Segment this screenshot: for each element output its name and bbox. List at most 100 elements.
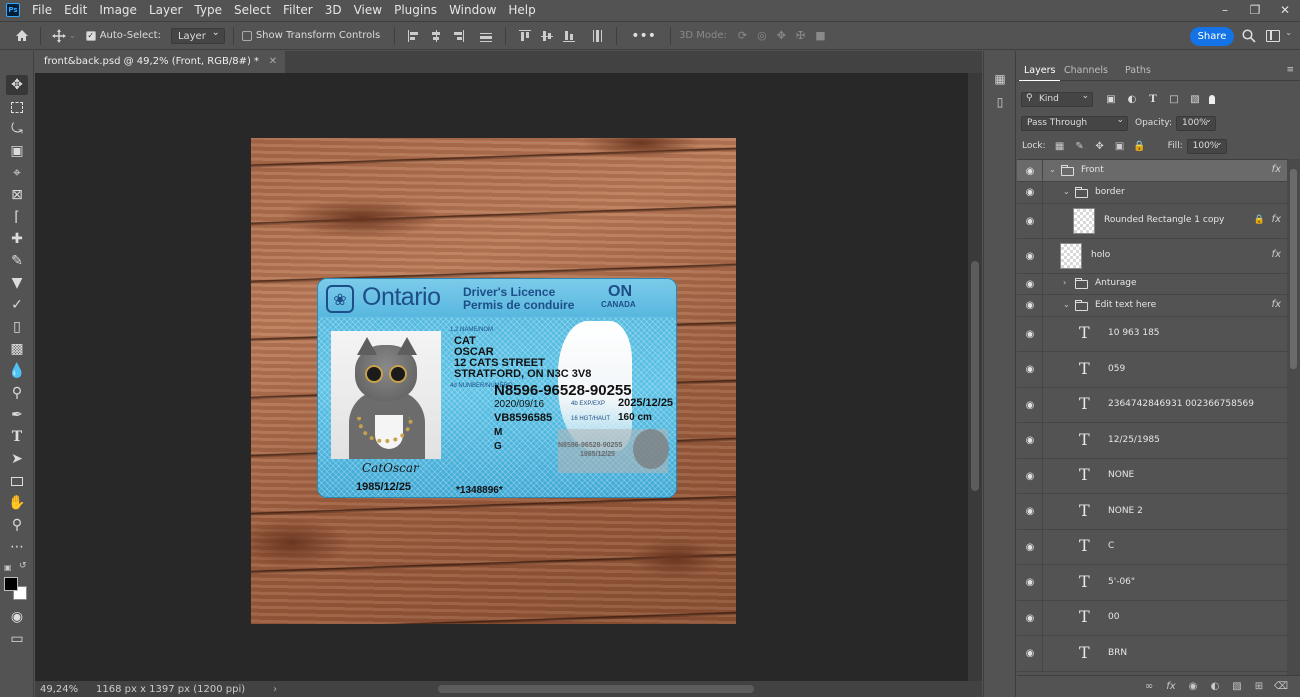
share-button[interactable]: Share — [1190, 27, 1234, 46]
distribute-vertical-icon[interactable] — [590, 29, 604, 43]
gradient-tool-icon[interactable]: ▩ — [6, 339, 28, 359]
layer-row[interactable]: ◉ T 2364742846931 002366758569 — [1017, 387, 1287, 423]
expand-group-icon[interactable]: › — [1063, 278, 1066, 287]
layer-row[interactable]: ◉ T NONE — [1017, 458, 1287, 494]
layer-row[interactable]: ◉ holo fx — [1017, 238, 1287, 274]
visibility-eye-icon[interactable]: ◉ — [1023, 648, 1037, 660]
menu-file[interactable]: File — [26, 0, 58, 20]
menu-view[interactable]: View — [348, 0, 388, 20]
filter-kind-dropdown[interactable]: ⚲ Kind — [1021, 90, 1093, 107]
layer-row[interactable]: ◉ ⌄ Edit text here fx — [1017, 295, 1287, 317]
visibility-eye-icon[interactable]: ◉ — [1023, 300, 1037, 312]
brush-tool-icon[interactable]: ✎ — [6, 251, 28, 271]
auto-select-checkbox[interactable]: ✓ — [85, 30, 96, 41]
screen-mode-icon[interactable]: ▭ — [6, 629, 28, 649]
layer-row[interactable]: ◉ T 10 963 185 — [1017, 316, 1287, 352]
align-right-icon[interactable] — [451, 29, 465, 43]
lock-position-icon[interactable]: ✥ — [1094, 140, 1106, 152]
lock-artboard-icon[interactable]: ▣ — [1114, 140, 1126, 152]
menu-edit[interactable]: Edit — [58, 0, 93, 20]
canvas-vertical-scrollbar[interactable] — [968, 73, 982, 681]
horizontal-scrollbar[interactable] — [240, 681, 968, 697]
lasso-tool-icon[interactable]: ⤿ — [6, 119, 28, 139]
filter-shape-icon[interactable]: □ — [1168, 93, 1180, 105]
layer-effects-icon[interactable]: fx — [1272, 214, 1281, 225]
lock-all-icon[interactable]: 🔒 — [1133, 140, 1145, 152]
default-colors-icon[interactable]: ▣ — [4, 563, 12, 572]
menu-window[interactable]: Window — [443, 0, 502, 20]
dodge-tool-icon[interactable]: ⚲ — [6, 383, 28, 403]
menu-plugins[interactable]: Plugins — [388, 0, 443, 20]
visibility-eye-icon[interactable]: ◉ — [1023, 215, 1037, 227]
swap-colors-icon[interactable]: ↺ — [19, 561, 27, 571]
layer-row[interactable]: ◉ T NONE 2 — [1017, 494, 1287, 530]
distribute-icon[interactable] — [479, 29, 493, 43]
layer-row[interactable]: ◉ T 059 — [1017, 352, 1287, 388]
type-tool-icon[interactable]: T — [6, 427, 28, 447]
collapse-group-icon[interactable]: ⌄ — [1063, 187, 1070, 196]
blur-tool-icon[interactable]: 💧 — [6, 361, 28, 381]
object-selection-icon[interactable]: ▣ — [6, 141, 28, 161]
workspace-dropdown-icon[interactable]: ⌄ — [1285, 28, 1292, 37]
menu-3d[interactable]: 3D — [319, 0, 348, 20]
collapse-group-icon[interactable]: ⌄ — [1063, 300, 1070, 309]
filter-pixel-icon[interactable]: ▣ — [1105, 93, 1117, 105]
add-style-icon[interactable]: fx — [1160, 681, 1182, 692]
zoom-tool-icon[interactable]: ⚲ — [6, 515, 28, 535]
zoom-level[interactable]: 49,24% — [40, 684, 96, 695]
move-tool-icon[interactable]: ✥ — [6, 75, 28, 95]
frame-tool-icon[interactable]: ⊠ — [6, 185, 28, 205]
menu-image[interactable]: Image — [93, 0, 143, 20]
filter-toggle[interactable] — [1209, 94, 1215, 104]
artboard-wood-background[interactable]: ❀ Ontario Driver's Licence Permis de con… — [251, 138, 736, 624]
canvas-area[interactable]: ❀ Ontario Driver's Licence Permis de con… — [35, 73, 968, 681]
auto-select-dropdown[interactable]: Layer — [170, 26, 225, 44]
visibility-eye-icon[interactable]: ◉ — [1023, 506, 1037, 518]
close-tab-icon[interactable]: ✕ — [269, 51, 277, 73]
healing-brush-icon[interactable]: ✚ — [6, 229, 28, 249]
align-top-icon[interactable] — [518, 29, 532, 43]
visibility-eye-icon[interactable]: ◉ — [1023, 328, 1037, 340]
layer-row[interactable]: ◉ T 5'-06" — [1017, 565, 1287, 601]
opacity-field[interactable]: 100% — [1176, 114, 1216, 131]
layer-row[interactable]: ◉ ⌄ border — [1017, 182, 1287, 204]
visibility-eye-icon[interactable]: ◉ — [1023, 435, 1037, 447]
marquee-tool-icon[interactable] — [6, 97, 28, 117]
home-icon[interactable] — [12, 26, 32, 46]
collapse-group-icon[interactable]: ⌄ — [1049, 165, 1056, 174]
tab-layers[interactable]: Layers — [1019, 61, 1061, 81]
path-selection-icon[interactable]: ➤ — [6, 449, 28, 469]
visibility-eye-icon[interactable]: ◉ — [1023, 612, 1037, 624]
minimize-icon[interactable]: – — [1210, 0, 1240, 20]
rectangle-tool-icon[interactable] — [6, 471, 28, 491]
menu-type[interactable]: Type — [188, 0, 228, 20]
drivers-licence-card[interactable]: ❀ Ontario Driver's Licence Permis de con… — [317, 278, 677, 498]
menu-filter[interactable]: Filter — [277, 0, 319, 20]
layer-row[interactable]: ◉ T 12/25/1985 — [1017, 423, 1287, 459]
visibility-eye-icon[interactable]: ◉ — [1023, 577, 1037, 589]
history-brush-icon[interactable]: ✓ — [6, 295, 28, 315]
close-window-icon[interactable]: ✕ — [1270, 0, 1300, 20]
layer-row[interactable]: ◉ ⌄ Front fx — [1017, 160, 1287, 182]
menu-help[interactable]: Help — [502, 0, 541, 20]
filter-adjustment-icon[interactable]: ◐ — [1126, 93, 1138, 105]
eraser-tool-icon[interactable]: ▯ — [6, 317, 28, 337]
layer-row[interactable]: ◉ T BRN — [1017, 636, 1287, 672]
link-layers-icon[interactable]: ∞ — [1138, 681, 1160, 692]
restore-icon[interactable]: ❐ — [1240, 0, 1270, 20]
align-bottom-icon[interactable] — [562, 29, 576, 43]
blend-mode-dropdown[interactable]: Pass Through — [1021, 114, 1128, 131]
menu-select[interactable]: Select — [228, 0, 277, 20]
align-center-icon[interactable] — [429, 29, 443, 43]
new-adjustment-icon[interactable]: ◐ — [1204, 681, 1226, 692]
tab-paths[interactable]: Paths — [1120, 61, 1156, 81]
workspace-icon[interactable] — [1266, 30, 1280, 42]
layer-row[interactable]: ◉ › Anturage — [1017, 273, 1287, 295]
add-mask-icon[interactable]: ◉ — [1182, 681, 1204, 692]
menu-layer[interactable]: Layer — [143, 0, 188, 20]
pen-tool-icon[interactable]: ✒ — [6, 405, 28, 425]
lock-pixels-icon[interactable]: ✎ — [1074, 140, 1086, 152]
layer-effects-icon[interactable]: fx — [1272, 299, 1281, 310]
lock-transparency-icon[interactable]: ▦ — [1054, 140, 1066, 152]
panel-menu-icon[interactable]: ≡ — [1286, 65, 1294, 75]
